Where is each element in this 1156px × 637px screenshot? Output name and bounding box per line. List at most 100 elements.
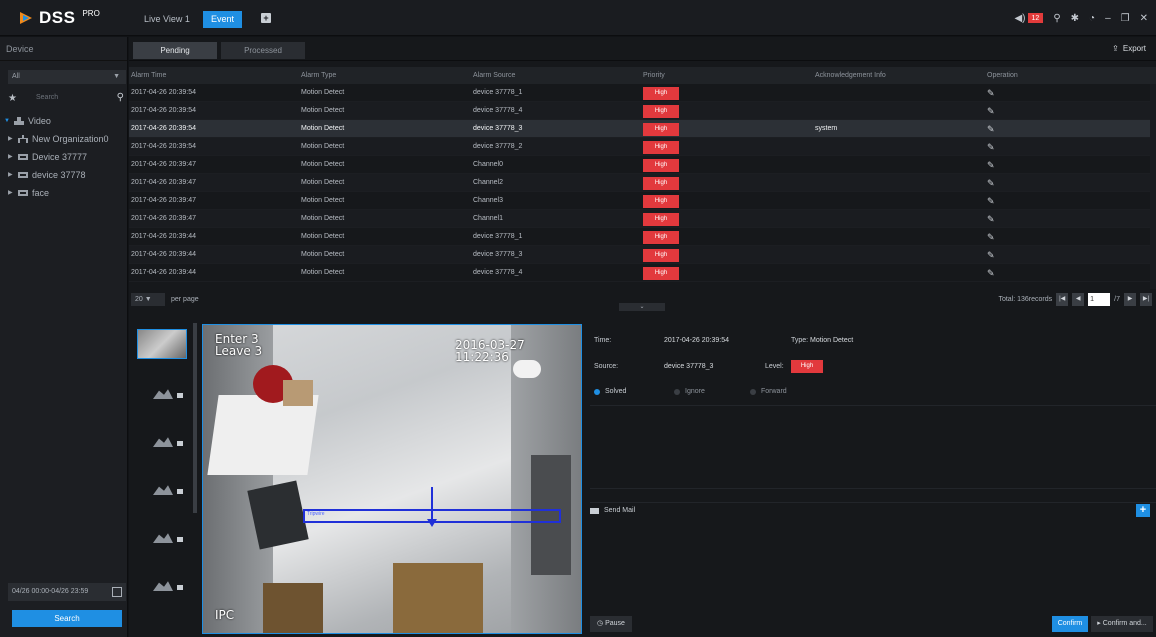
first-page-button[interactable]: |◀ (1056, 293, 1069, 306)
export-button[interactable]: ⇪ Export (1112, 44, 1146, 53)
table-row[interactable]: 2017-04-26 20:39:44 Motion Detect device 3… (129, 264, 1156, 282)
radio-ignore[interactable]: Ignore (674, 388, 705, 395)
radio-forward[interactable]: Forward (750, 388, 787, 395)
tab-live-view[interactable]: Live View 1 (136, 11, 198, 28)
per-page-value: 20 (135, 296, 143, 303)
table-row[interactable]: 2017-04-26 20:39:54 Motion Detect device 3… (129, 102, 1156, 120)
table-row[interactable]: 2017-04-26 20:39:47 Motion Detect Channel1… (129, 210, 1156, 228)
add-tab-button[interactable]: + (261, 13, 271, 23)
cell-priority: High (643, 228, 815, 245)
close-icon[interactable]: ✕ (1140, 13, 1148, 24)
alarm-indicator[interactable]: ◀) 12 (1014, 13, 1044, 24)
settings-gear-icon[interactable]: ✱ (1071, 13, 1079, 24)
tree-node-new-organization[interactable]: ▶ New Organization0 (4, 130, 128, 148)
table-row[interactable]: 2017-04-26 20:39:47 Motion Detect Channel3… (129, 192, 1156, 210)
device-filter-select[interactable]: All ▼ (8, 70, 126, 84)
collapsed-triangle-icon[interactable]: ▶ (8, 130, 14, 148)
snapshot-placeholder[interactable] (137, 571, 187, 601)
cell-operation: ✎ (987, 210, 1147, 227)
confirm-and-button[interactable]: ▸ Confirm and... (1091, 616, 1153, 632)
per-page-select[interactable]: 20 ▼ (131, 293, 165, 306)
snapshot-placeholder[interactable] (137, 379, 187, 409)
cell-operation: ✎ (987, 174, 1147, 191)
next-page-button[interactable]: ▶ (1124, 293, 1136, 306)
thumbnail-scrollbar[interactable] (193, 323, 197, 513)
radio-label: Forward (761, 388, 787, 395)
tree-node-video[interactable]: ▼ Video (4, 112, 128, 130)
favorite-star-icon[interactable]: ★ (8, 93, 22, 104)
column-header-alarm-source[interactable]: Alarm Source (473, 67, 643, 84)
handling-notes-textarea[interactable] (590, 407, 1156, 489)
calendar-icon[interactable] (112, 587, 122, 597)
add-recipient-button[interactable]: + (1136, 504, 1150, 517)
cell-alarm-type: Motion Detect (301, 107, 345, 114)
process-alarm-icon[interactable]: ✎ (987, 196, 995, 206)
process-alarm-icon[interactable]: ✎ (987, 268, 995, 278)
collapse-panel-button[interactable]: ⌄ (619, 303, 665, 311)
table-row[interactable]: 2017-04-26 20:39:44 Motion Detect device 3… (129, 246, 1156, 264)
table-scrollbar[interactable] (1150, 84, 1156, 289)
expanded-triangle-icon[interactable]: ▼ (4, 112, 10, 130)
level-label: Level: (765, 363, 784, 370)
column-header-priority[interactable]: Priority (643, 67, 815, 84)
pause-button[interactable]: ◷ Pause (590, 616, 632, 632)
process-alarm-icon[interactable]: ✎ (987, 160, 995, 170)
date-range-input[interactable]: 04/26 00:00-04/26 23:59 (8, 583, 126, 601)
top-right-toolbar: ◀) 12 ⚲ ✱ ◔ – ❐ ✕ (1014, 11, 1148, 25)
search-button[interactable]: Search (12, 610, 122, 627)
organization-icon (18, 135, 28, 143)
cell-alarm-type: Motion Detect (301, 179, 345, 186)
user-icon[interactable]: ⚲ (1053, 13, 1060, 24)
cell-ack-info (815, 102, 987, 119)
process-alarm-icon[interactable]: ✎ (987, 142, 995, 152)
tab-event[interactable]: Event (203, 11, 243, 28)
collapsed-triangle-icon[interactable]: ▶ (8, 166, 14, 184)
device-search-input[interactable]: Search ⚲ (22, 91, 126, 105)
snapshot-thumbnail-selected[interactable] (137, 329, 187, 359)
tree-node-face[interactable]: ▶ face (4, 184, 128, 202)
tree-node-device-37778[interactable]: ▶ device 37778 (4, 166, 128, 184)
process-alarm-icon[interactable]: ✎ (987, 250, 995, 260)
column-header-alarm-type[interactable]: Alarm Type (301, 67, 473, 84)
level-badge: High (791, 360, 823, 373)
column-header-ack-info[interactable]: Acknowledgement Info (815, 67, 987, 84)
restore-icon[interactable]: ❐ (1121, 13, 1130, 24)
alarm-video-player[interactable]: Enter 3 Leave 3 2016-03-27 11:22:36 Trip… (202, 324, 582, 634)
table-row[interactable]: 2017-04-26 20:39:54 Motion Detect device 3… (129, 84, 1156, 102)
cell-ack-info (815, 264, 987, 281)
table-row[interactable]: 2017-04-26 20:39:54 Motion Detect device 3… (129, 138, 1156, 156)
table-row[interactable]: 2017-04-26 20:39:47 Motion Detect Channel2… (129, 174, 1156, 192)
collapsed-triangle-icon[interactable]: ▶ (8, 148, 14, 166)
tree-node-device-37777[interactable]: ▶ Device 37777 (4, 148, 128, 166)
process-alarm-icon[interactable]: ✎ (987, 178, 995, 188)
confirm-button[interactable]: Confirm (1052, 616, 1088, 632)
table-row[interactable]: 2017-04-26 20:39:54 Motion Detect device 3… (129, 120, 1156, 138)
tree-label: face (32, 188, 50, 198)
search-icon[interactable]: ⚲ (117, 91, 124, 105)
radio-solved[interactable]: Solved (594, 388, 626, 395)
image-placeholder-icon (153, 533, 173, 543)
process-alarm-icon[interactable]: ✎ (987, 88, 995, 98)
process-alarm-icon[interactable]: ✎ (987, 124, 995, 134)
speed-gauge-icon[interactable]: ◔ (1089, 13, 1095, 24)
snapshot-placeholder[interactable] (137, 523, 187, 553)
process-alarm-icon[interactable]: ✎ (987, 106, 995, 116)
video-frame (263, 583, 323, 633)
prev-page-button[interactable]: ◀ (1072, 293, 1085, 306)
cell-alarm-type: Motion Detect (301, 233, 345, 240)
last-page-button[interactable]: ▶| (1140, 293, 1152, 306)
page-number-input[interactable]: 1 (1088, 293, 1111, 306)
snapshot-placeholder[interactable] (137, 475, 187, 505)
minimize-icon[interactable]: – (1105, 13, 1111, 24)
process-alarm-icon[interactable]: ✎ (987, 214, 995, 224)
process-alarm-icon[interactable]: ✎ (987, 232, 995, 242)
table-row[interactable]: 2017-04-26 20:39:44 Motion Detect device 3… (129, 228, 1156, 246)
tab-processed[interactable]: Processed (221, 42, 305, 59)
tab-pending[interactable]: Pending (133, 42, 217, 59)
collapsed-triangle-icon[interactable]: ▶ (8, 184, 14, 202)
column-header-alarm-time[interactable]: Alarm Time (129, 67, 301, 84)
cell-priority: High (643, 210, 815, 227)
table-row[interactable]: 2017-04-26 20:39:47 Motion Detect Channel0… (129, 156, 1156, 174)
snapshot-placeholder[interactable] (137, 427, 187, 457)
radio-dot-icon (750, 388, 756, 395)
